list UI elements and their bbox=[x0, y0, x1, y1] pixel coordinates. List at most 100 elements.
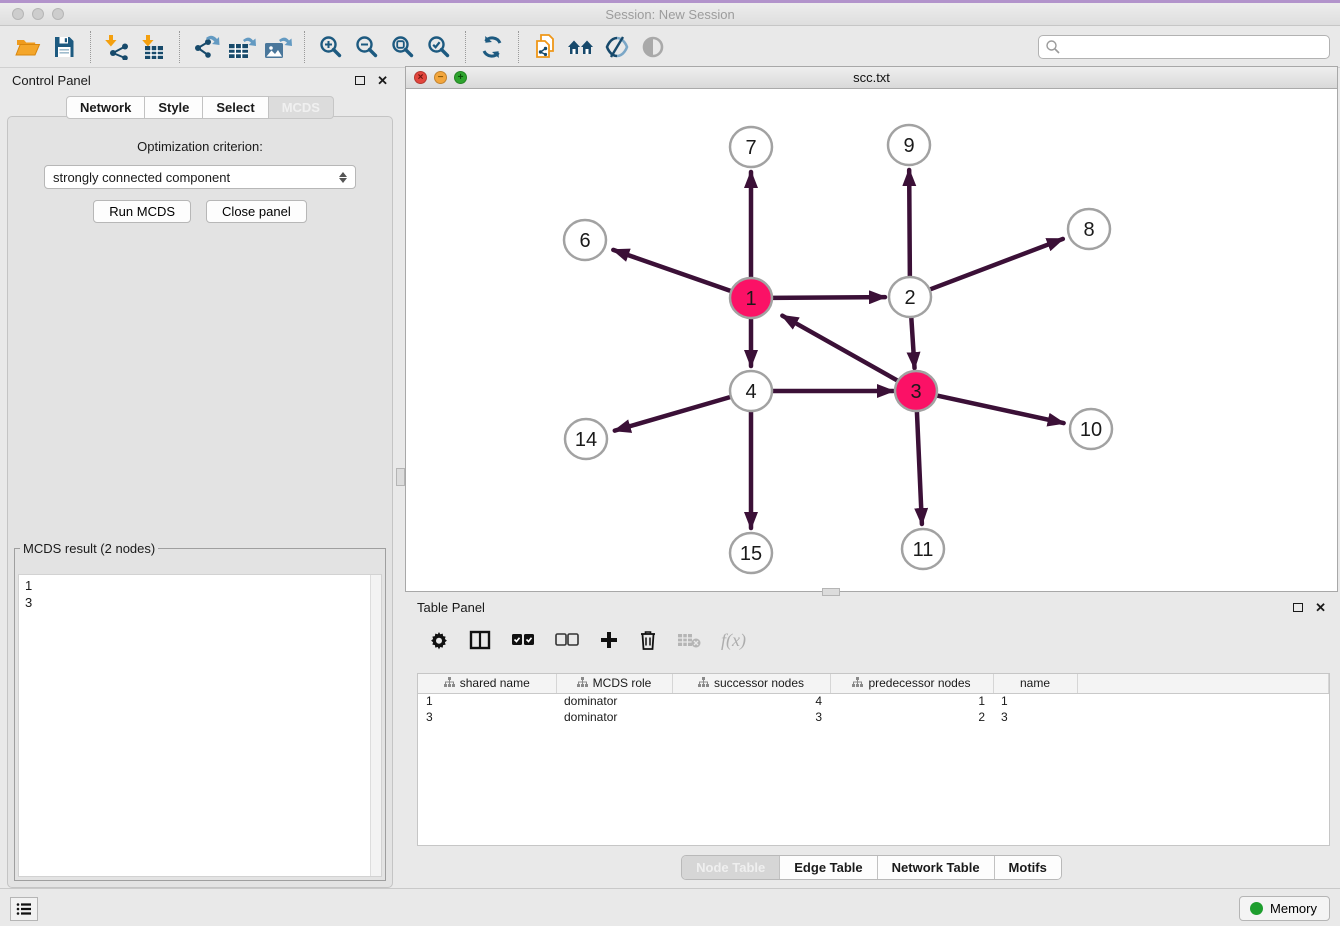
control-panel-title: Control Panel bbox=[12, 73, 91, 88]
tab-motifs[interactable]: Motifs bbox=[994, 856, 1061, 879]
search-input[interactable] bbox=[1065, 40, 1323, 54]
column-header-mcds-role[interactable]: MCDS role bbox=[556, 674, 672, 693]
close-panel-button[interactable]: Close panel bbox=[206, 200, 307, 223]
toolbar-separator bbox=[465, 31, 466, 63]
graph-edge-2-8[interactable] bbox=[930, 239, 1063, 290]
table-cell[interactable]: 3 bbox=[672, 709, 830, 725]
table-settings-gear-icon[interactable] bbox=[429, 627, 449, 653]
table-cell[interactable]: 4 bbox=[672, 693, 830, 709]
memory-button[interactable]: Memory bbox=[1239, 896, 1330, 921]
network-window-titlebar: × − + scc.txt bbox=[406, 67, 1337, 89]
table-toolbar: f(x) bbox=[405, 619, 1338, 661]
network-graph[interactable]: 7968124314101511 bbox=[406, 89, 1337, 591]
search-icon bbox=[1045, 39, 1061, 55]
mcds-result-title: MCDS result (2 nodes) bbox=[20, 541, 158, 556]
delete-table-icon[interactable] bbox=[677, 627, 701, 653]
table-cell[interactable]: dominator bbox=[556, 709, 672, 725]
app-titlebar: Session: New Session bbox=[0, 0, 1340, 26]
toolbar-separator bbox=[518, 31, 519, 63]
show-hide-birds-eye-view-icon[interactable] bbox=[635, 30, 671, 64]
deselect-all-rows-icon[interactable] bbox=[555, 627, 579, 653]
zoom-out-icon[interactable] bbox=[349, 30, 385, 64]
float-panel-icon[interactable] bbox=[355, 76, 365, 85]
column-header-shared-name[interactable]: shared name bbox=[418, 674, 556, 693]
table-cell[interactable]: 1 bbox=[418, 693, 556, 709]
node-table-container[interactable]: shared name MCDS role successor nodes pr… bbox=[417, 673, 1330, 846]
tab-style[interactable]: Style bbox=[145, 96, 203, 119]
node-table: shared name MCDS role successor nodes pr… bbox=[418, 674, 1329, 725]
show-hide-graphics-details-icon[interactable] bbox=[599, 30, 635, 64]
select-all-rows-icon[interactable] bbox=[511, 627, 535, 653]
control-panel-tabs: Network Style Select MCDS bbox=[0, 96, 400, 119]
table-cell[interactable]: 3 bbox=[418, 709, 556, 725]
app-title: Session: New Session bbox=[0, 7, 1340, 22]
save-session-icon[interactable] bbox=[46, 30, 82, 64]
tab-network-table[interactable]: Network Table bbox=[877, 856, 994, 879]
graph-edge-3-1[interactable] bbox=[782, 316, 897, 381]
flow-icon bbox=[852, 677, 863, 688]
task-history-button[interactable] bbox=[10, 897, 38, 921]
table-cell[interactable]: 2 bbox=[830, 709, 993, 725]
graph-edge-1-6[interactable] bbox=[613, 250, 731, 291]
column-header-predecessor-nodes[interactable]: predecessor nodes bbox=[830, 674, 993, 693]
zoom-in-icon[interactable] bbox=[313, 30, 349, 64]
close-table-panel-icon[interactable]: ✕ bbox=[1315, 601, 1326, 614]
column-header-filler bbox=[1077, 674, 1329, 693]
toolbar-separator bbox=[90, 31, 91, 63]
column-header-name[interactable]: name bbox=[993, 674, 1077, 693]
import-network-icon[interactable] bbox=[99, 30, 135, 64]
float-table-panel-icon[interactable] bbox=[1293, 603, 1303, 612]
network-view-window: × − + scc.txt 7968124314101511 bbox=[405, 66, 1338, 592]
delete-column-icon[interactable] bbox=[639, 627, 657, 653]
memory-status-icon bbox=[1250, 902, 1263, 915]
tab-node-table[interactable]: Node Table bbox=[682, 856, 779, 879]
table-row[interactable]: 3dominator323 bbox=[418, 709, 1329, 725]
table-row[interactable]: 1dominator411 bbox=[418, 693, 1329, 709]
export-network-icon[interactable] bbox=[188, 30, 224, 64]
mcds-result-list[interactable]: 1 3 bbox=[18, 574, 382, 877]
function-builder-icon[interactable]: f(x) bbox=[721, 627, 746, 653]
zoom-fit-content-icon[interactable] bbox=[385, 30, 421, 64]
search-bar[interactable] bbox=[1038, 35, 1330, 59]
table-panel: Table Panel ✕ f(x) bbox=[405, 595, 1338, 888]
duplicate-network-icon[interactable] bbox=[527, 30, 563, 64]
result-scrollbar[interactable] bbox=[370, 575, 381, 876]
open-session-icon[interactable] bbox=[10, 30, 46, 64]
export-image-icon[interactable] bbox=[260, 30, 296, 64]
table-cell[interactable]: dominator bbox=[556, 693, 672, 709]
column-visibility-icon[interactable] bbox=[469, 627, 491, 653]
graph-edge-2-9[interactable] bbox=[909, 170, 910, 276]
graph-edge-3-10[interactable] bbox=[937, 395, 1064, 423]
close-panel-icon[interactable]: ✕ bbox=[377, 74, 388, 87]
tab-select[interactable]: Select bbox=[203, 96, 268, 119]
add-column-icon[interactable] bbox=[599, 627, 619, 653]
table-cell[interactable]: 1 bbox=[830, 693, 993, 709]
graph-edge-3-11[interactable] bbox=[917, 412, 922, 524]
network-canvas[interactable]: 7968124314101511 bbox=[406, 89, 1337, 591]
graph-node-label: 3 bbox=[910, 381, 921, 403]
graph-node-label: 11 bbox=[913, 539, 934, 561]
run-mcds-button[interactable]: Run MCDS bbox=[93, 200, 191, 223]
tab-mcds[interactable]: MCDS bbox=[269, 96, 334, 119]
column-header-successor-nodes[interactable]: successor nodes bbox=[672, 674, 830, 693]
table-cell[interactable]: 1 bbox=[993, 693, 1077, 709]
table-cell[interactable]: 3 bbox=[993, 709, 1077, 725]
criterion-select[interactable]: strongly connected component bbox=[44, 165, 356, 189]
tab-network[interactable]: Network bbox=[66, 96, 145, 119]
graph-node-label: 14 bbox=[575, 429, 597, 451]
tab-edge-table[interactable]: Edge Table bbox=[779, 856, 876, 879]
first-neighbors-icon[interactable] bbox=[563, 30, 599, 64]
graph-edge-4-14[interactable] bbox=[615, 397, 731, 431]
import-table-icon[interactable] bbox=[135, 30, 171, 64]
flow-icon bbox=[698, 677, 709, 688]
table-header-row: shared name MCDS role successor nodes pr… bbox=[418, 674, 1329, 693]
graph-node-label: 15 bbox=[740, 543, 762, 565]
vertical-splitter-handle[interactable] bbox=[396, 468, 405, 486]
apply-preferred-layout-icon[interactable] bbox=[474, 30, 510, 64]
export-table-icon[interactable] bbox=[224, 30, 260, 64]
criterion-select-value: strongly connected component bbox=[53, 170, 339, 185]
graph-edge-1-2[interactable] bbox=[772, 297, 885, 298]
zoom-selected-icon[interactable] bbox=[421, 30, 457, 64]
graph-node-label: 2 bbox=[904, 287, 915, 309]
graph-edge-2-3[interactable] bbox=[911, 318, 914, 368]
